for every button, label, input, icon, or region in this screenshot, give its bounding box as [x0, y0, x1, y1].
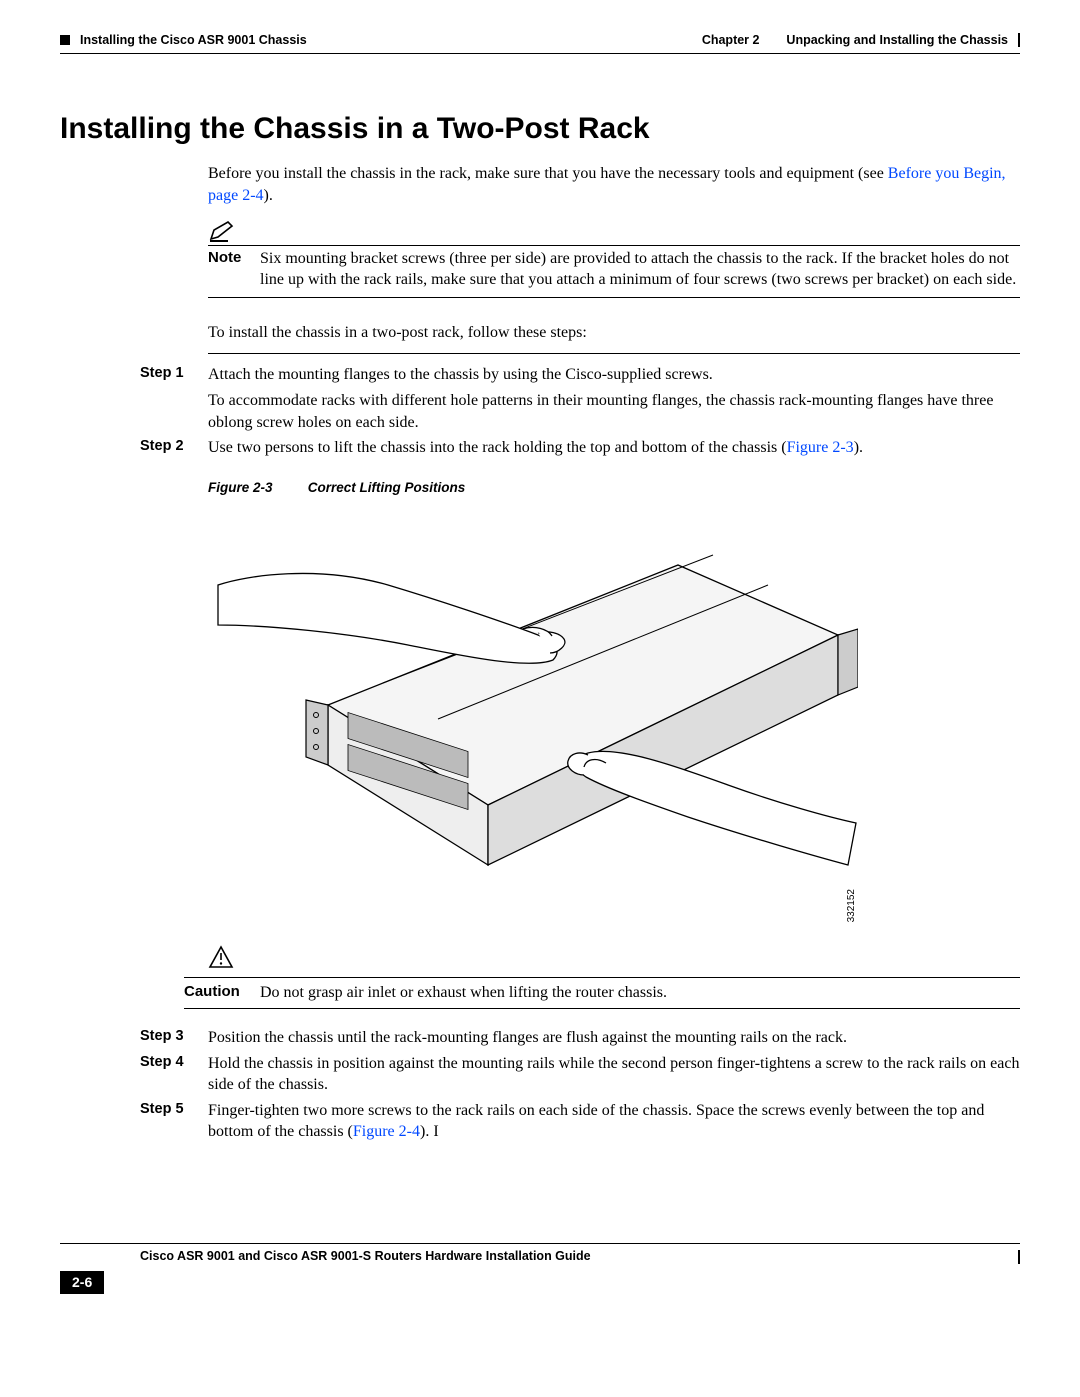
step-text: Use two persons to lift the chassis into… [208, 437, 1020, 459]
step-label: Step 2 [140, 437, 208, 457]
header-divider [60, 53, 1020, 54]
header-section-left: Installing the Cisco ASR 9001 Chassis [80, 32, 307, 49]
lead-in-block: To install the chassis in a two-post rac… [208, 322, 1020, 344]
caution-text: Do not grasp air inlet or exhaust when l… [260, 982, 1020, 1004]
step2-post: ). [854, 439, 863, 456]
intro-line1-tail: ). [264, 187, 273, 204]
intro-block: Before you install the chassis in the ra… [208, 163, 1020, 206]
header-chapter-title: Unpacking and Installing the Chassis [786, 32, 1008, 49]
page-header: Installing the Cisco ASR 9001 Chassis Ch… [60, 32, 1020, 49]
step-label: Step 4 [140, 1053, 208, 1073]
header-bullet-icon [60, 35, 70, 45]
page-number: 2-6 [60, 1271, 104, 1294]
step-text: Hold the chassis in position against the… [208, 1053, 1020, 1096]
steps-divider-top [208, 353, 1020, 354]
step5-post: ). I [420, 1123, 439, 1140]
caution-label: Caution [184, 982, 260, 1002]
caution-divider-top [184, 977, 1020, 978]
step5-pre: Finger-tighten two more screws to the ra… [208, 1102, 984, 1141]
footer-guide-title: Cisco ASR 9001 and Cisco ASR 9001-S Rout… [140, 1248, 591, 1265]
intro-text: Before you install the chassis in the ra… [208, 163, 1020, 206]
step-text: Attach the mounting flanges to the chass… [208, 364, 1020, 433]
step1-line1: Attach the mounting flanges to the chass… [208, 364, 1020, 386]
step-row: Step 1 Attach the mounting flanges to th… [140, 364, 1020, 433]
step1-line2: To accommodate racks with different hole… [208, 390, 1020, 433]
step-label: Step 3 [140, 1027, 208, 1047]
step-row: Step 3 Position the chassis until the ra… [140, 1027, 1020, 1049]
step-text: Finger-tighten two more screws to the ra… [208, 1100, 1020, 1143]
figure-id: 332152 [208, 889, 858, 927]
header-tick-icon [1018, 33, 1020, 47]
figure-illustration [208, 505, 858, 915]
footer-divider [60, 1243, 1020, 1244]
note-divider-bottom [208, 297, 1020, 298]
footer-tick-icon [1018, 1250, 1020, 1264]
caution-block: Caution Do not grasp air inlet or exhaus… [140, 945, 1020, 1009]
step-label: Step 1 [140, 364, 208, 384]
figure-number: Figure 2-3 [208, 479, 304, 497]
note-divider-top [208, 245, 1020, 246]
section-heading: Installing the Chassis in a Two-Post Rac… [60, 109, 1020, 150]
figure-title: Correct Lifting Positions [308, 480, 466, 495]
step-label: Step 5 [140, 1100, 208, 1120]
step-row: Step 4 Hold the chassis in position agai… [140, 1053, 1020, 1096]
caution-triangle-icon [208, 945, 234, 969]
figure-2-4-link[interactable]: Figure 2-4 [353, 1123, 420, 1140]
step-row: Step 5 Finger-tighten two more screws to… [140, 1100, 1020, 1143]
note-block: Note Six mounting bracket screws (three … [208, 219, 1020, 298]
figure-block: Figure 2-3 Correct Lifting Positions [208, 479, 1020, 953]
steps-lower-block: Step 3 Position the chassis until the ra… [140, 1027, 1020, 1143]
note-text: Six mounting bracket screws (three per s… [260, 248, 1020, 291]
caution-divider-bottom [184, 1008, 1020, 1009]
note-pencil-icon [208, 219, 236, 243]
figure-2-3-link[interactable]: Figure 2-3 [787, 439, 854, 456]
step-row: Step 2 Use two persons to lift the chass… [140, 437, 1020, 459]
header-chapter-label: Chapter 2 [702, 32, 760, 49]
steps-upper-block: Step 1 Attach the mounting flanges to th… [140, 353, 1020, 458]
lead-in-text: To install the chassis in a two-post rac… [208, 322, 1020, 344]
page-number-block: 2-6 [60, 1271, 1020, 1294]
step2-pre: Use two persons to lift the chassis into… [208, 439, 787, 456]
note-label: Note [208, 248, 260, 268]
figure-caption: Figure 2-3 Correct Lifting Positions [208, 479, 1020, 497]
intro-line1: Before you install the chassis in the ra… [208, 165, 888, 182]
page-footer: Cisco ASR 9001 and Cisco ASR 9001-S Rout… [60, 1248, 1020, 1265]
step-text: Position the chassis until the rack-moun… [208, 1027, 1020, 1049]
